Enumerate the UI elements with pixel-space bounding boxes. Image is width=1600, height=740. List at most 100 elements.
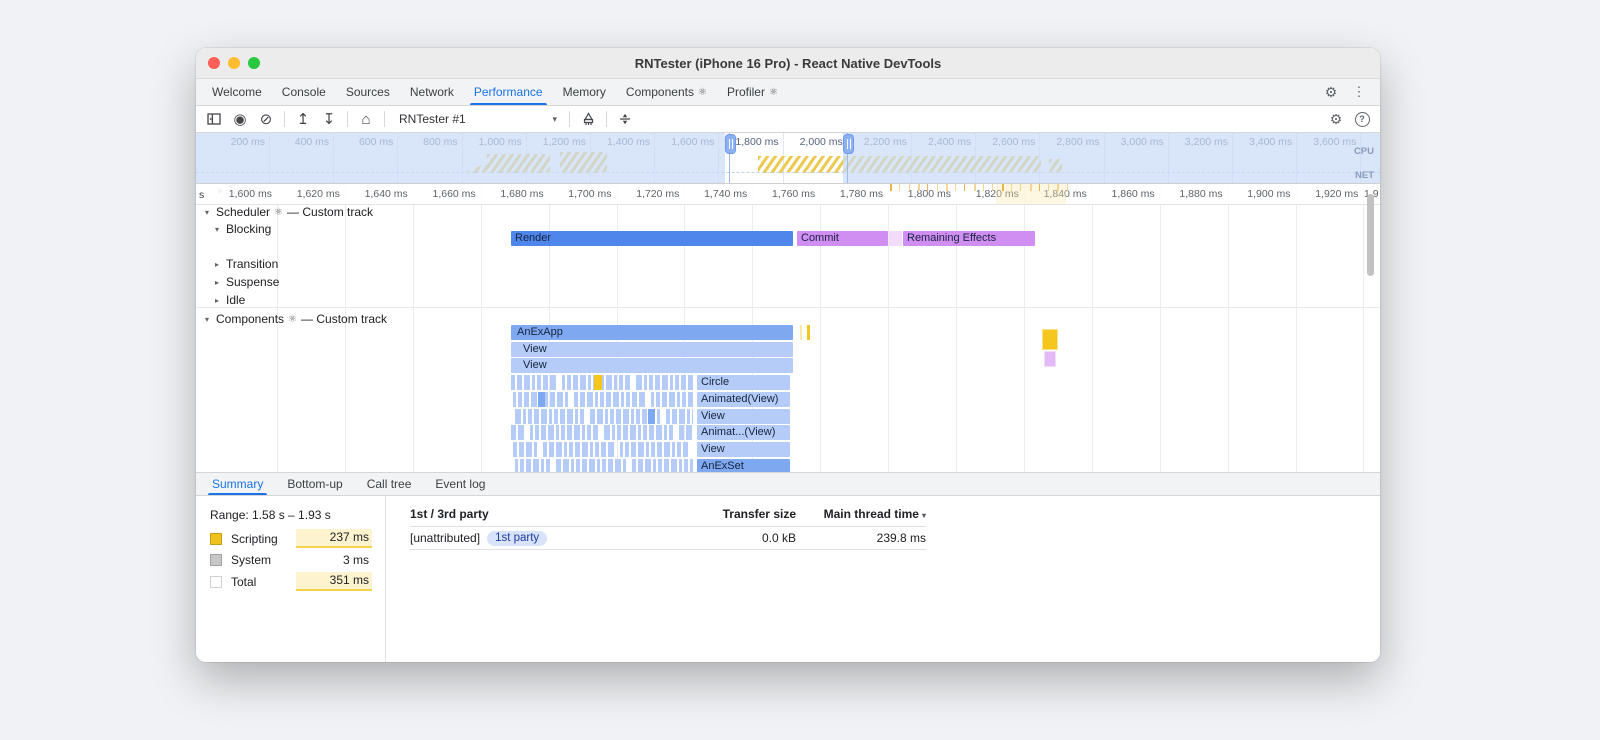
track-title[interactable]: Suspense: [226, 275, 279, 289]
component-segment[interactable]: [531, 391, 537, 407]
component-segment[interactable]: [511, 375, 515, 391]
component-segment[interactable]: [523, 408, 526, 424]
component-segment[interactable]: [666, 408, 670, 424]
component-segment[interactable]: [602, 458, 606, 472]
yellow-tick[interactable]: [807, 325, 810, 340]
component-segment[interactable]: [608, 458, 613, 472]
component-segment[interactable]: [686, 425, 692, 441]
component-segment[interactable]: [617, 425, 621, 441]
component-segment[interactable]: [636, 408, 640, 424]
component-segment[interactable]: [632, 458, 636, 472]
component-segment[interactable]: [528, 408, 532, 424]
component-segment[interactable]: [561, 425, 565, 441]
component-segment[interactable]: [688, 391, 693, 407]
component-segment[interactable]: [546, 458, 550, 472]
commit-bar[interactable]: Commit: [797, 231, 888, 246]
component-segment[interactable]: [620, 441, 623, 457]
component-segment[interactable]: [530, 425, 533, 441]
component-bar-view-7[interactable]: View: [697, 441, 790, 457]
track-title[interactable]: Components: [216, 312, 284, 326]
component-segment[interactable]: [524, 375, 530, 391]
component-segment[interactable]: [590, 441, 593, 457]
tab-sources[interactable]: Sources: [336, 79, 400, 105]
twisty-icon[interactable]: ▾: [202, 208, 212, 217]
component-segment[interactable]: [565, 391, 568, 407]
component-segment[interactable]: [556, 458, 561, 472]
component-segment[interactable]: [651, 441, 655, 457]
component-segment[interactable]: [549, 441, 554, 457]
component-segment[interactable]: [672, 441, 675, 457]
details-tab-event-log[interactable]: Event log: [423, 473, 497, 495]
component-segment[interactable]: [679, 458, 682, 472]
component-segment-accent[interactable]: [538, 391, 545, 407]
component-segment[interactable]: [638, 458, 643, 472]
component-segment[interactable]: [532, 375, 535, 391]
tab-welcome[interactable]: Welcome: [202, 79, 272, 105]
component-segment[interactable]: [590, 408, 595, 424]
component-segment[interactable]: [682, 391, 686, 407]
component-segment-accent[interactable]: [648, 408, 655, 424]
garbage-collect-icon[interactable]: [576, 108, 600, 130]
component-segment[interactable]: [653, 458, 656, 472]
component-bar-view-1[interactable]: View: [511, 341, 793, 357]
settings-icon[interactable]: ⚙: [1320, 81, 1342, 103]
component-segment[interactable]: [562, 375, 565, 391]
late-commit-block[interactable]: [1044, 351, 1056, 367]
twisty-icon[interactable]: ▸: [212, 296, 222, 305]
component-segment[interactable]: [664, 441, 670, 457]
component-segment[interactable]: [605, 408, 608, 424]
component-segment[interactable]: [575, 441, 580, 457]
track-title[interactable]: Idle: [226, 293, 245, 307]
component-segment[interactable]: [576, 458, 580, 472]
component-segment[interactable]: [677, 391, 680, 407]
component-segment[interactable]: [519, 441, 524, 457]
component-segment[interactable]: [533, 458, 539, 472]
component-segment[interactable]: [621, 391, 624, 407]
component-segment[interactable]: [643, 425, 647, 441]
component-segment[interactable]: [615, 458, 621, 472]
col-party[interactable]: 1st / 3rd party: [410, 507, 676, 521]
component-bar-view-2[interactable]: View: [511, 358, 793, 374]
toggle-sidebar-icon[interactable]: [202, 108, 226, 130]
component-segment[interactable]: [646, 441, 649, 457]
component-segment[interactable]: [600, 391, 604, 407]
component-segment[interactable]: [582, 441, 588, 457]
record-icon[interactable]: ◉: [228, 108, 252, 130]
component-segment[interactable]: [582, 458, 587, 472]
component-segment[interactable]: [649, 425, 654, 441]
component-segment[interactable]: [649, 375, 653, 391]
details-tab-call-tree[interactable]: Call tree: [355, 473, 424, 495]
component-bar-animat-view-6[interactable]: Animat...(View): [697, 425, 790, 441]
component-segment[interactable]: [571, 458, 574, 472]
details-tab-summary[interactable]: Summary: [200, 473, 275, 495]
component-segment[interactable]: [534, 441, 537, 457]
component-segment[interactable]: [580, 408, 584, 424]
component-segment[interactable]: [550, 375, 556, 391]
collapse-tracks-icon[interactable]: [613, 108, 637, 130]
component-segment[interactable]: [550, 391, 555, 407]
col-transfer-size[interactable]: Transfer size: [676, 507, 796, 521]
component-segment[interactable]: [651, 391, 654, 407]
component-segment[interactable]: [638, 425, 641, 441]
component-segment[interactable]: [520, 458, 524, 472]
component-segment[interactable]: [631, 408, 634, 424]
component-segment[interactable]: [587, 425, 591, 441]
component-segment[interactable]: [645, 458, 651, 472]
component-segment[interactable]: [560, 408, 565, 424]
component-segment[interactable]: [526, 458, 531, 472]
component-segment[interactable]: [656, 391, 660, 407]
tab-profiler[interactable]: Profiler ⚛: [717, 79, 788, 105]
tab-network[interactable]: Network: [400, 79, 464, 105]
component-segment[interactable]: [597, 458, 600, 472]
component-segment[interactable]: [563, 458, 569, 472]
component-segment[interactable]: [557, 391, 563, 407]
component-segment[interactable]: [518, 425, 524, 441]
component-segment[interactable]: [625, 375, 630, 391]
tab-memory[interactable]: Memory: [553, 79, 616, 105]
component-bar-animated-view-4[interactable]: Animated(View): [697, 391, 790, 407]
component-segment[interactable]: [687, 408, 690, 424]
vertical-scrollbar[interactable]: [1367, 194, 1374, 276]
component-segment[interactable]: [593, 425, 598, 441]
track-title[interactable]: Blocking: [226, 222, 271, 236]
component-segment[interactable]: [610, 408, 614, 424]
